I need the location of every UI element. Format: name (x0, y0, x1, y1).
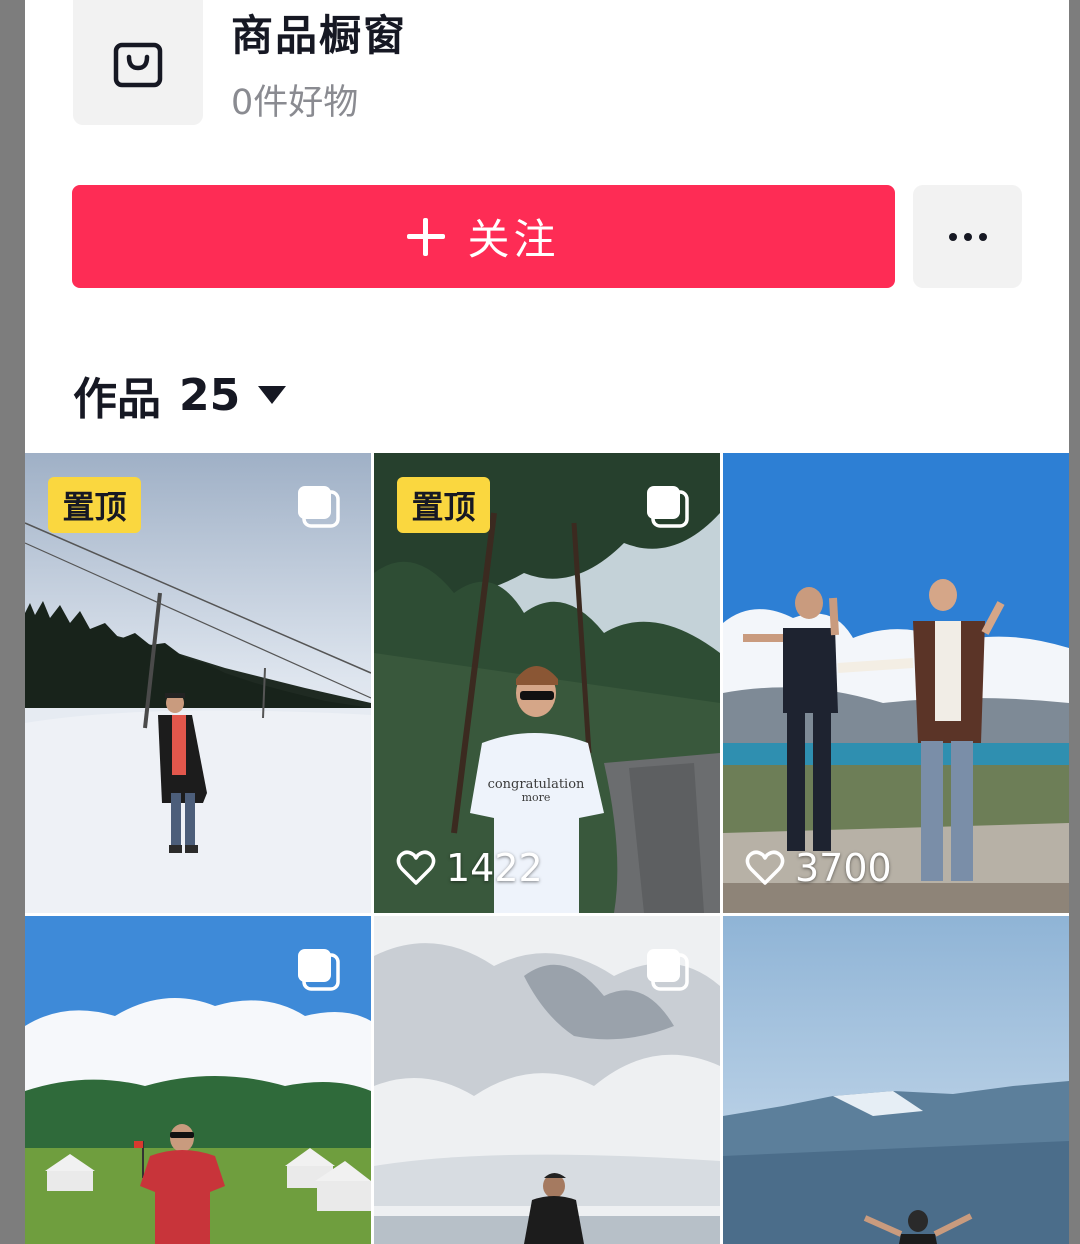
multi-image-icon (647, 949, 689, 991)
svg-text:more: more (522, 791, 551, 804)
like-count: 3700 (745, 843, 892, 893)
multi-image-icon (647, 486, 689, 528)
pinned-badge: 置顶 (48, 477, 141, 533)
follow-button[interactable]: 关注 (72, 185, 895, 288)
video-tile[interactable]: 置顶 (25, 453, 371, 913)
pinned-badge: 置顶 (397, 477, 490, 533)
shopping-bag-icon (113, 42, 163, 87)
svg-text:congratulation: congratulation (488, 777, 585, 792)
multi-image-icon (298, 486, 340, 528)
follow-button-label: 关注 (467, 215, 560, 264)
like-count: 1422 (396, 843, 543, 893)
more-dots-icon (978, 232, 987, 241)
works-label: 作品 (73, 374, 161, 425)
more-button[interactable] (913, 185, 1022, 288)
video-grid: 置顶 congratulation more 置顶 1422 3700 (25, 453, 1069, 1244)
plus-icon (407, 217, 446, 256)
works-tab-header[interactable]: 作品 25 (73, 360, 287, 430)
heart-icon (396, 850, 436, 885)
like-count-value: 3700 (795, 846, 892, 890)
video-tile[interactable] (25, 916, 371, 1244)
shop-window-count: 0件好物 (231, 83, 359, 123)
multi-image-icon (298, 949, 340, 991)
video-tile[interactable]: congratulation more 置顶 1422 (374, 453, 720, 913)
caret-down-icon[interactable] (258, 386, 287, 404)
video-tile[interactable]: 3700 (723, 453, 1069, 913)
works-count: 25 (179, 369, 241, 421)
more-dots-icon (963, 232, 972, 241)
heart-icon (745, 850, 785, 885)
more-dots-icon (948, 232, 957, 241)
video-thumbnail (723, 916, 1069, 1244)
video-tile[interactable] (723, 916, 1069, 1244)
video-tile[interactable] (374, 916, 720, 1244)
shop-window-icon-tile[interactable] (73, 0, 203, 125)
profile-screen: 商品橱窗 0件好物 关注 作品 25 置顶 congratulation mor… (25, 0, 1069, 1244)
shop-window-title[interactable]: 商品橱窗 (231, 2, 407, 63)
like-count-value: 1422 (446, 846, 543, 890)
